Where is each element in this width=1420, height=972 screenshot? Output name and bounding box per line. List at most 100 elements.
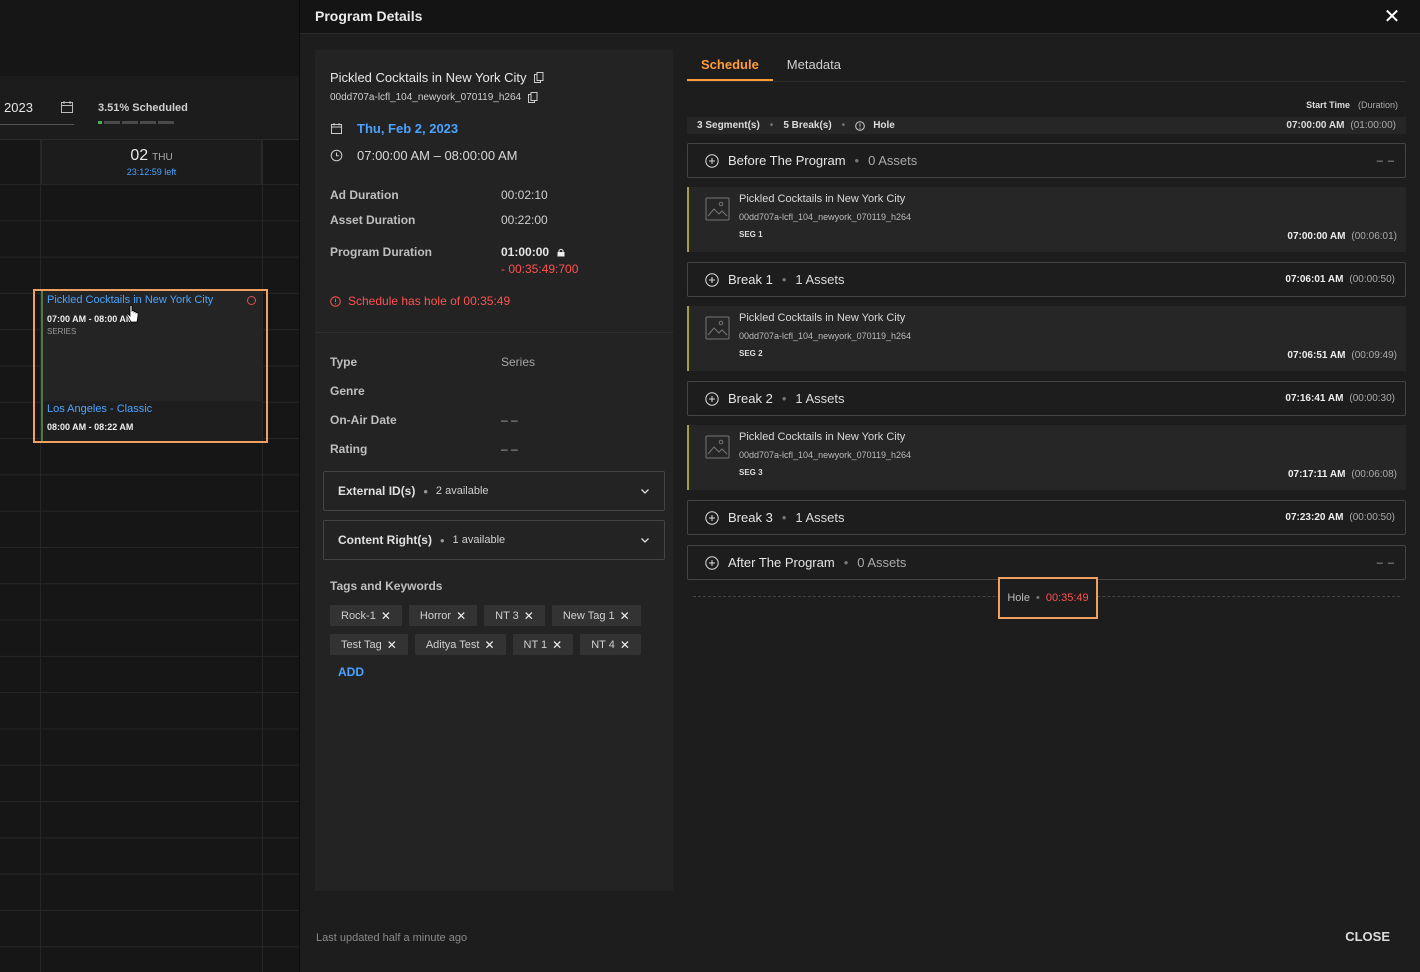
after-program-group[interactable]: After The Program • 0 Assets – – [687,545,1406,580]
tag-chip[interactable]: NT 1 ✕ [512,634,574,655]
add-circle-icon[interactable] [705,391,719,406]
content-rights-accordion[interactable]: Content Right(s) • 1 available [323,520,665,560]
remove-tag-icon[interactable]: ✕ [620,609,630,623]
meta-label: Type [330,355,358,369]
group-name: Break 2 [728,391,773,406]
group-name: Break 3 [728,510,773,525]
summary-start: 07:00:00 AM [1286,120,1345,131]
meta-value: Series [501,355,536,369]
calendar-background: 2023 3.51% Scheduled 02 THU 23:12:59 left… [0,0,300,972]
meta-label: On-Air Date [330,413,397,427]
tag-chip[interactable]: Aditya Test ✕ [414,634,506,655]
group-time: – – [1376,556,1395,569]
segment-asset-id: 00dd707a-lcfl_104_newyork_070119_h264 [739,450,911,460]
segment-row[interactable]: Pickled Cocktails in New York City 00dd7… [687,306,1406,371]
copy-icon[interactable] [533,72,544,83]
image-placeholder-icon [705,316,730,340]
remove-tag-icon[interactable]: ✕ [620,638,630,652]
remove-tag-icon[interactable]: ✕ [552,638,562,652]
ad-duration-label: Ad Duration [330,188,399,202]
add-circle-icon[interactable] [705,510,719,525]
break-group[interactable]: Break 2 • 1 Assets 07:16:41 AM (00:00:30) [687,381,1406,416]
segment-duration: (00:06:01) [1351,231,1397,242]
add-tag-button[interactable]: ADD [338,665,364,679]
segment-row[interactable]: Pickled Cocktails in New York City 00dd7… [687,425,1406,490]
remove-tag-icon[interactable]: ✕ [381,609,391,623]
program-duration-label: Program Duration [330,245,433,259]
copy-icon[interactable] [528,92,538,103]
accordion-count: 1 available [452,534,506,546]
group-count: 1 Assets [795,510,845,525]
segment-count: 3 Segment(s) [697,120,760,131]
meta-row-on-air-date: On-Air Date – – [330,413,658,427]
program-duration-row: Program Duration 01:00:00 [330,245,658,259]
group-count: 0 Assets [857,555,907,570]
lock-icon [557,248,565,257]
asset-duration-row: Asset Duration 00:22:00 [330,213,658,227]
tag-label: Horror [419,609,452,622]
close-icon[interactable]: ✕ [1382,7,1402,27]
modal-title: Program Details [315,8,423,24]
accordion-count: 2 available [435,485,489,497]
meta-value: – – [501,413,518,427]
break-duration: (00:00:50) [1349,512,1395,523]
accordion-label: Content Right(s) [338,533,432,547]
program-duration-value: 01:00:00 [501,245,550,259]
hole-badge: Hole • 00:35:49 [998,577,1098,619]
close-button[interactable]: CLOSE [1345,929,1390,944]
remove-tag-icon[interactable]: ✕ [524,609,534,623]
tag-label: NT 3 [495,609,519,622]
grid-line [40,140,41,972]
meta-row-type: Type Series [330,355,658,369]
segment-title: Pickled Cocktails in New York City [739,193,906,205]
program-info-panel: Pickled Cocktails in New York City 00dd7… [315,50,673,891]
tag-chip[interactable]: NT 3 ✕ [484,605,545,626]
clock-icon [330,149,343,162]
add-circle-icon[interactable] [705,272,719,287]
day-header[interactable]: 02 THU 23:12:59 left [41,140,262,184]
segment-row[interactable]: Pickled Cocktails in New York City 00dd7… [687,187,1406,252]
tag-label: Aditya Test [425,638,480,651]
segment-title: Pickled Cocktails in New York City [739,431,906,443]
add-circle-icon[interactable] [705,555,719,570]
remove-tag-icon[interactable]: ✕ [387,638,397,652]
add-circle-icon[interactable] [705,153,719,168]
tag-label: New Tag 1 [562,609,615,622]
tab-metadata[interactable]: Metadata [773,50,855,81]
tag-chip[interactable]: Rock-1 ✕ [330,605,402,626]
scheduled-progress-bar [98,121,174,124]
schedule-summary: 3 Segment(s) • 5 Break(s) • Hole 07:00:0… [687,117,1406,134]
start-time-label: Start Time [1306,100,1350,110]
hole-indicator-row: Hole • 00:35:49 [687,577,1406,620]
tab-schedule[interactable]: Schedule [687,50,773,81]
calendar-icon[interactable] [60,100,74,114]
grid-line [262,140,263,972]
external-ids-accordion[interactable]: External ID(s) • 2 available [323,471,665,511]
modal-header: Program Details ✕ [300,0,1420,34]
last-updated-note: Last updated half a minute ago [316,932,468,944]
tag-chip[interactable]: Test Tag ✕ [330,634,408,655]
year-underline [0,124,74,125]
tag-chip[interactable]: NT 4 ✕ [580,634,641,655]
ad-duration-value: 00:02:10 [501,188,548,202]
break-duration: (00:00:50) [1349,274,1395,285]
calendar-year: 2023 [4,100,33,115]
asset-duration-label: Asset Duration [330,213,416,227]
meta-row-genre: Genre [330,384,658,398]
image-placeholder-icon [705,435,730,459]
asset-id: 00dd707a-lcfl_104_newyork_070119_h264 [330,92,522,103]
break-group[interactable]: Break 1 • 1 Assets 07:06:01 AM (00:00:50) [687,262,1406,297]
remove-tag-icon[interactable]: ✕ [484,638,494,652]
group-count: 1 Assets [795,391,845,406]
meta-value: – – [501,442,518,456]
program-summary: Pickled Cocktails in New York City 00dd7… [315,50,673,333]
tag-chip[interactable]: Horror ✕ [408,605,478,626]
remove-tag-icon[interactable]: ✕ [456,609,466,623]
tag-label: NT 1 [523,638,548,651]
before-program-group[interactable]: Before The Program • 0 Assets – – [687,143,1406,178]
break-group[interactable]: Break 3 • 1 Assets 07:23:20 AM (00:00:50) [687,500,1406,535]
scheduled-percent: 3.51% Scheduled [98,102,188,114]
break-start: 07:16:41 AM [1285,393,1344,404]
asset-duration-value: 00:22:00 [501,213,548,227]
tag-chip[interactable]: New Tag 1 ✕ [551,605,641,626]
